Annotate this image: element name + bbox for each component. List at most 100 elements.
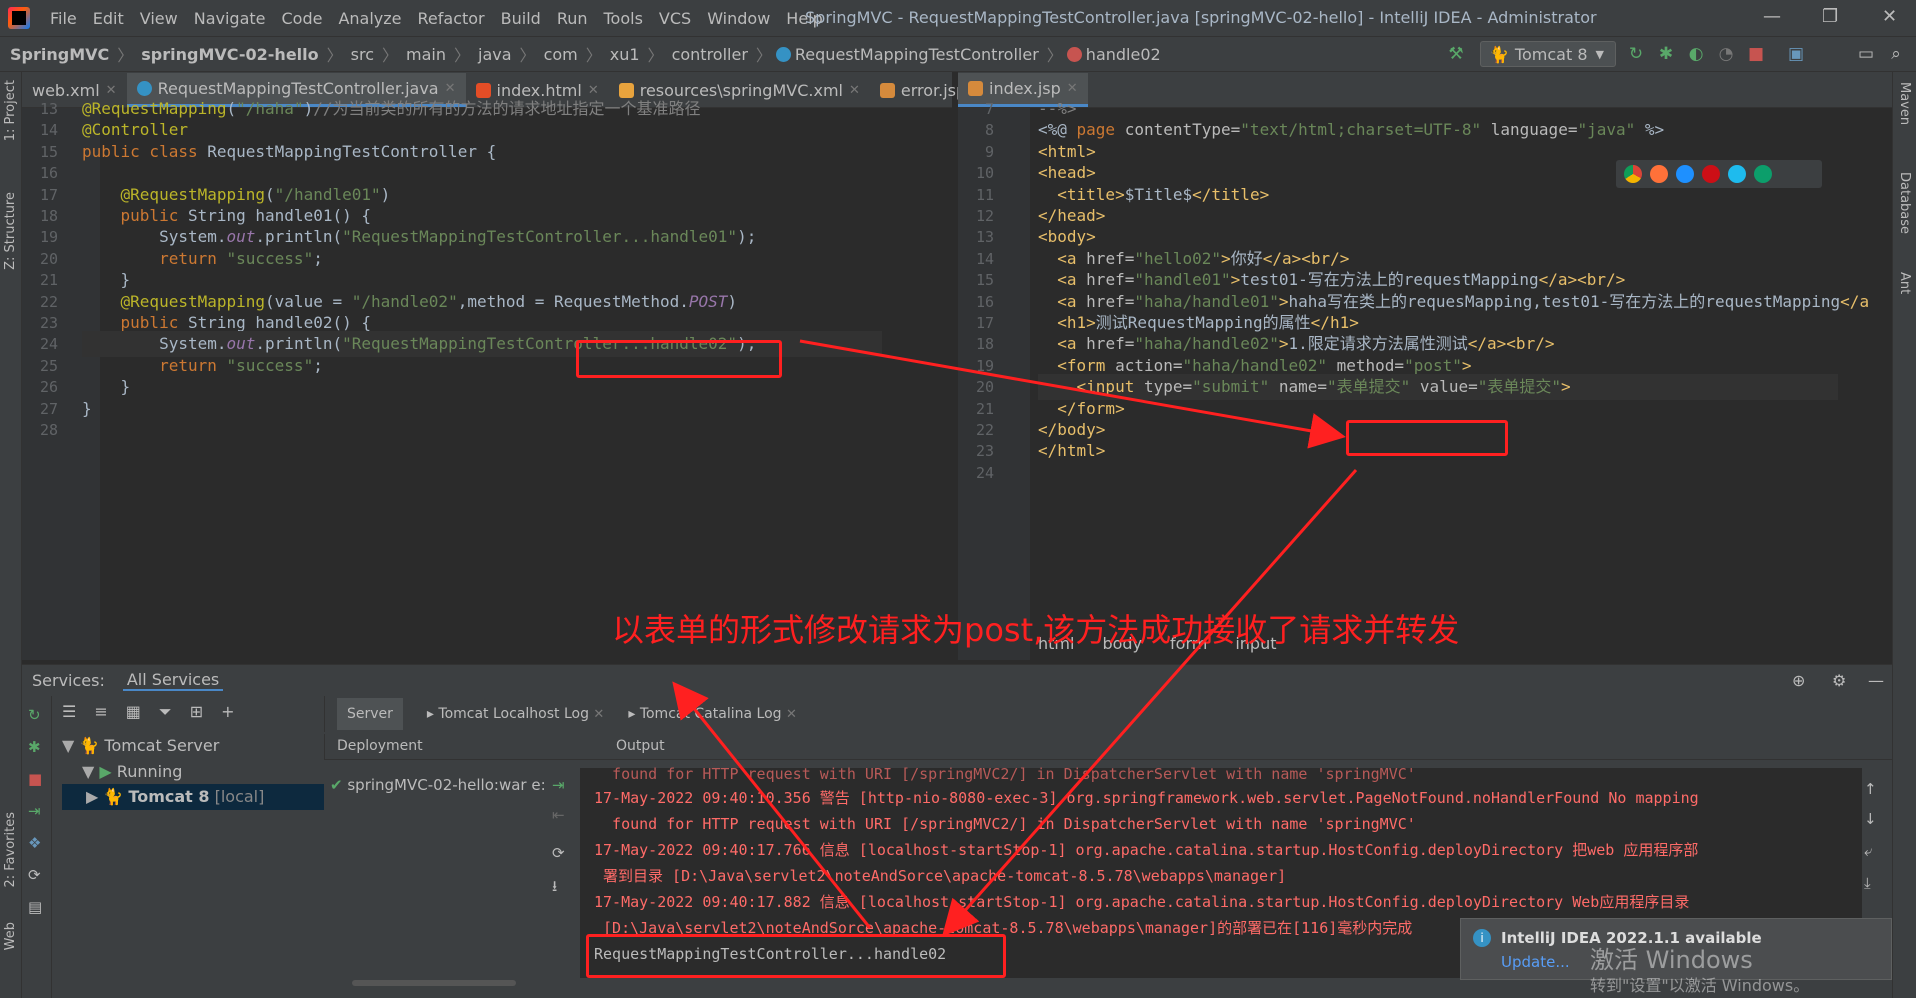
crumb-main[interactable]: main <box>402 45 450 64</box>
group-icon[interactable]: ▦ <box>126 702 141 722</box>
debug-icon[interactable]: ✱ <box>1656 44 1676 64</box>
menu-tools[interactable]: Tools <box>596 9 651 28</box>
rerun-icon[interactable]: ↻ <box>28 706 41 724</box>
crumb-project[interactable]: SpringMVC <box>0 45 113 64</box>
crumb-xu1[interactable]: xu1 <box>606 45 644 64</box>
menu-vcs[interactable]: VCS <box>651 9 699 28</box>
minimize-icon[interactable]: — <box>1763 6 1781 27</box>
code-token: "hello02" <box>1134 248 1222 268</box>
tree-item-tomcat-server[interactable]: ▼ 🐈 Tomcat Server <box>62 736 219 755</box>
tab-localhost-log[interactable]: ▸ Tomcat Localhost Log ✕ <box>427 706 604 722</box>
menu-file[interactable]: File <box>42 9 85 28</box>
code-editor-jsp[interactable]: 7 --%> 8 <%@ page contentType="text/html;ch… <box>958 99 1892 660</box>
crumb-src[interactable]: src <box>347 45 378 64</box>
menu-build[interactable]: Build <box>493 9 549 28</box>
favorites-tool-button[interactable]: 2: Favorites <box>3 812 18 888</box>
close-icon[interactable]: ✕ <box>445 81 456 96</box>
code-token: value= <box>1410 377 1478 397</box>
menu-refactor[interactable]: Refactor <box>410 9 493 28</box>
crumb-java[interactable]: java <box>474 45 516 64</box>
soft-wrap-icon[interactable]: ⤶ <box>1864 842 1872 860</box>
close-icon[interactable]: ✕ <box>1067 81 1078 96</box>
database-tool-button[interactable]: Database <box>1897 172 1912 234</box>
scroll-end-icon[interactable]: ⤓ <box>1864 874 1871 892</box>
tomcat-icon: 🐈 <box>1489 44 1509 64</box>
code-token: </form> <box>1057 398 1125 418</box>
undeploy-icon[interactable]: ⇤ <box>552 806 565 824</box>
project-tool-button[interactable]: 1: Project <box>3 80 18 141</box>
menu-code[interactable]: Code <box>274 9 331 28</box>
new-tab-icon[interactable]: ⊞ <box>190 702 203 722</box>
menu-view[interactable]: View <box>132 9 186 28</box>
deploy-icon[interactable]: ⇥ <box>552 776 565 794</box>
search-icon[interactable]: ⌕ <box>1886 44 1906 64</box>
crumb-module[interactable]: springMVC-02-hello <box>137 45 322 64</box>
ie-icon[interactable] <box>1728 165 1746 183</box>
close-icon[interactable]: ✕ <box>849 83 860 98</box>
menu-analyze[interactable]: Analyze <box>330 9 409 28</box>
structure-tool-button[interactable]: Z: Structure <box>3 192 18 270</box>
menu-edit[interactable]: Edit <box>85 9 132 28</box>
refresh-icon[interactable]: ⟳ <box>28 866 41 884</box>
tab-all-services[interactable]: All Services <box>122 670 224 691</box>
tree-item-tomcat8[interactable]: ▶ 🐈 Tomcat 8 [local] <box>62 784 324 810</box>
chrome-icon[interactable] <box>1624 165 1642 183</box>
code-token: "RequestMappingTestController...handle01… <box>342 227 738 247</box>
code-editor-java[interactable]: 13 @RequestMapping("/haha")//为当前类的所有的方法的请… <box>22 99 952 660</box>
expand-all-icon[interactable]: ☰ <box>62 702 76 722</box>
debug-icon[interactable]: ✱ <box>28 738 41 756</box>
crumb-controller[interactable]: controller <box>668 45 752 64</box>
add-icon[interactable]: + <box>221 702 234 722</box>
stop-icon[interactable]: ■ <box>1746 44 1766 64</box>
opera-icon[interactable] <box>1702 165 1720 183</box>
refresh-icon[interactable]: ⟳ <box>552 844 565 862</box>
deployment-artifact[interactable]: ✔ springMVC-02-hello:war e: <box>330 776 546 794</box>
deploy-icon[interactable]: ⇥ <box>28 802 41 820</box>
arrow-up-icon[interactable]: ↑ <box>1864 780 1877 798</box>
maven-tool-button[interactable]: Maven <box>1897 82 1912 125</box>
layout-icon[interactable]: ▤ <box>28 898 42 916</box>
menu-window[interactable]: Window <box>699 9 778 28</box>
build-hammer-icon[interactable]: ⚒ <box>1446 44 1466 64</box>
web-tool-button[interactable]: Web <box>3 922 18 950</box>
hide-icon[interactable]: — <box>1868 671 1884 690</box>
ant-tool-button[interactable]: Ant <box>1897 272 1912 294</box>
menu-navigate[interactable]: Navigate <box>186 9 274 28</box>
filter-icon[interactable]: ⏷ <box>159 702 172 722</box>
line-number: 28 <box>39 421 58 439</box>
horizontal-scrollbar[interactable] <box>352 980 516 986</box>
tab-catalina-log[interactable]: ▸ Tomcat Catalina Log ✕ <box>628 706 797 722</box>
collapse-all-icon[interactable]: ≡ <box>94 702 107 722</box>
crosshair-icon[interactable]: ⊕ <box>1792 671 1805 690</box>
run-config-select[interactable]: 🐈 Tomcat 8 ▼ <box>1480 41 1616 67</box>
deployment-label: Deployment <box>324 734 602 760</box>
tab-server[interactable]: Server <box>337 698 403 730</box>
download-icon[interactable]: ⭳ <box>552 876 557 901</box>
close-window-icon[interactable]: ✕ <box>1882 6 1897 27</box>
coverage-icon[interactable]: ◐ <box>1686 44 1706 64</box>
crumb-method[interactable]: handle02 <box>1082 45 1165 64</box>
edge-icon[interactable] <box>1754 165 1772 183</box>
code-token: "haha/handle01" <box>1134 291 1279 311</box>
profile-icon[interactable]: ◔ <box>1716 44 1736 64</box>
gear-icon[interactable]: ⚙ <box>1832 671 1846 690</box>
update-link[interactable]: Update... <box>1501 953 1570 971</box>
stop-icon[interactable]: ■ <box>28 770 42 788</box>
restore-icon[interactable]: ❐ <box>1822 6 1838 27</box>
safari-icon[interactable] <box>1676 165 1694 183</box>
rerun-icon[interactable]: ↻ <box>1626 44 1646 64</box>
menu-run[interactable]: Run <box>549 9 596 28</box>
project-structure-icon[interactable]: ▣ <box>1786 44 1806 64</box>
code-token: "post" <box>1404 355 1462 375</box>
code-token: </body> <box>1038 420 1106 439</box>
crumb-com[interactable]: com <box>540 45 582 64</box>
crumb-class[interactable]: RequestMappingTestController <box>791 45 1043 64</box>
arrow-down-icon[interactable]: ↓ <box>1864 810 1877 828</box>
artifact-icon[interactable]: ❖ <box>28 834 41 852</box>
tree-item-running[interactable]: ▼ ▶ Running <box>82 762 182 781</box>
firefox-icon[interactable] <box>1650 165 1668 183</box>
layout-icon[interactable]: ▭ <box>1856 44 1876 64</box>
